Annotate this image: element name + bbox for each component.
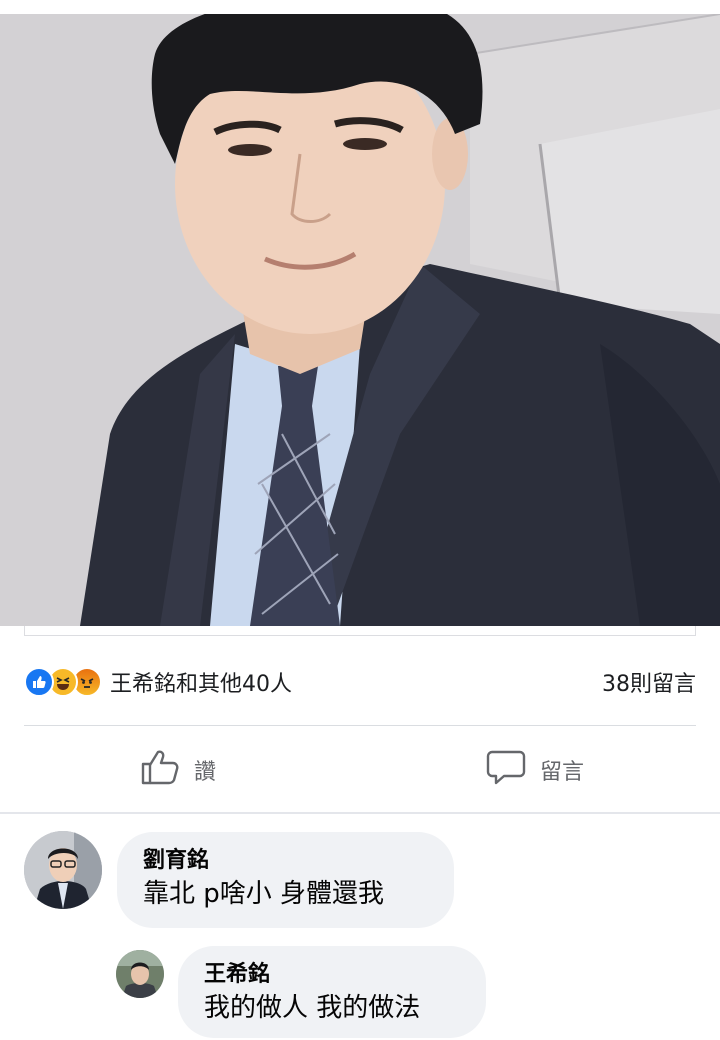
reaction-icons[interactable]: 王希銘和其他40人 xyxy=(24,666,292,698)
photo-frame-edge xyxy=(24,626,696,636)
like-icon xyxy=(24,667,54,697)
avatar-image xyxy=(116,950,164,998)
comment-label: 留言 xyxy=(540,760,585,785)
avatar[interactable] xyxy=(24,831,102,909)
reactions-summary-row[interactable]: 王希銘和其他40人 38則留言 xyxy=(24,660,696,704)
comment-author[interactable]: 劉育銘 xyxy=(143,846,428,876)
post-action-bar: 讚 留言 xyxy=(0,735,720,805)
avatar[interactable] xyxy=(116,950,164,998)
comment-text: 靠北 p啥小 身體還我 xyxy=(143,879,385,909)
speech-bubble-icon xyxy=(486,748,526,792)
section-separator xyxy=(0,812,720,814)
selfie-illustration xyxy=(0,14,720,626)
comment-author[interactable]: 王希銘 xyxy=(204,960,460,990)
reactors-summary[interactable]: 王希銘和其他40人 xyxy=(110,666,292,698)
like-button[interactable]: 讚 xyxy=(140,735,216,805)
comment-text: 我的做人 我的做法 xyxy=(204,993,421,1023)
comment-count[interactable]: 38則留言 xyxy=(602,666,696,698)
post-photo[interactable] xyxy=(0,14,720,626)
comment-bubble[interactable]: 劉育銘 靠北 p啥小 身體還我 xyxy=(117,832,454,928)
divider xyxy=(24,725,696,726)
thumbs-up-icon xyxy=(140,748,180,792)
comment-button[interactable]: 留言 xyxy=(486,735,584,805)
avatar-image xyxy=(24,831,102,909)
comment-bubble[interactable]: 王希銘 我的做人 我的做法 xyxy=(178,946,486,1038)
like-label: 讚 xyxy=(194,760,217,785)
